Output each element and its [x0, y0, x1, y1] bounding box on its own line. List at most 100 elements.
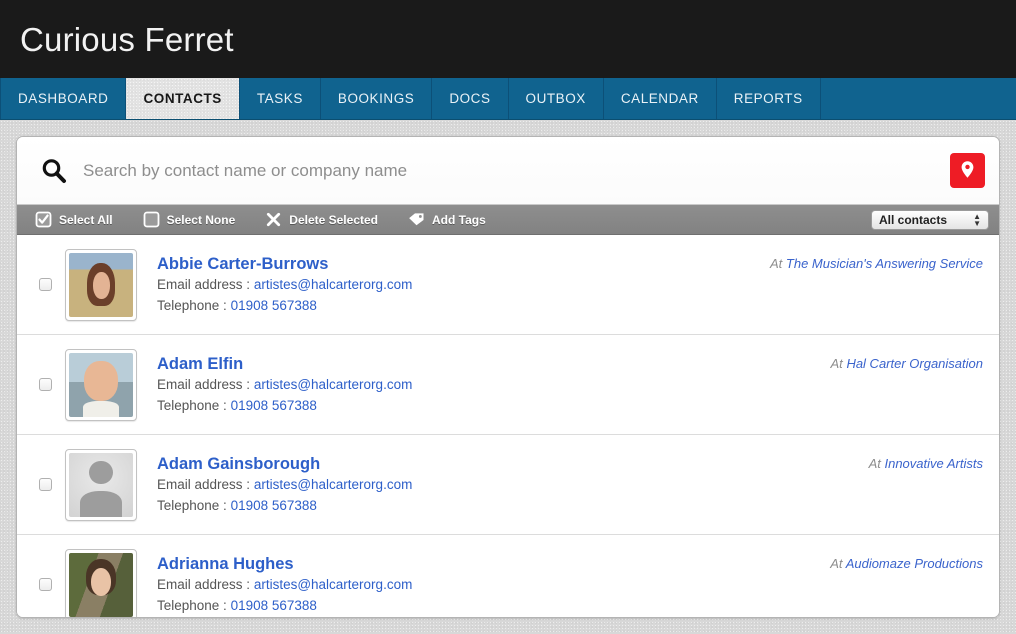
nav-tab-tasks[interactable]: TASKS: [240, 78, 321, 119]
contact-name-link[interactable]: Adam Elfin: [157, 353, 243, 375]
contact-telephone-link[interactable]: 01908 567388: [231, 498, 317, 513]
contacts-panel: Select All Select None Delete Selected Add …: [16, 136, 1000, 618]
company-link[interactable]: Hal Carter Organisation: [846, 356, 983, 371]
avatar-image: [69, 452, 133, 517]
avatar-image: [69, 552, 133, 617]
close-x-icon: [265, 211, 282, 228]
contact-email-line: Email address : artistes@halcarterorg.co…: [157, 275, 770, 296]
contact-row: Abbie Carter-Burrows Email address : arti…: [17, 235, 999, 335]
avatar-image: [69, 352, 133, 417]
contact-select-checkbox[interactable]: [38, 578, 52, 591]
contact-telephone-line: Telephone : 01908 567388: [157, 596, 830, 617]
email-label: Email address :: [157, 577, 251, 593]
avatar-image: [69, 252, 133, 317]
main-navigation: DASHBOARD CONTACTS TASKS BOOKINGS DOCS OUTBOX…: [0, 78, 1016, 120]
contact-telephone-line: Telephone : 01908 567388: [157, 296, 770, 317]
row-checkbox-cell: [17, 478, 65, 491]
nav-tab-calendar[interactable]: CALENDAR: [604, 78, 717, 119]
toolbar-actions: Select All Select None Delete Selected Add …: [35, 211, 516, 228]
contact-info: Abbie Carter-Burrows Email address : arti…: [137, 253, 770, 316]
nav-tab-contacts[interactable]: CONTACTS: [126, 78, 240, 119]
nav-tab-dashboard[interactable]: DASHBOARD: [0, 78, 127, 119]
nav-tab-reports[interactable]: REPORTS: [717, 78, 821, 119]
contact-name-link[interactable]: Adrianna Hughes: [157, 553, 294, 575]
contact-info: Adam Elfin Email address : artistes@halca…: [137, 353, 831, 416]
email-label: Email address :: [157, 477, 251, 493]
contact-row: Adrianna Hughes Email address : artistes@…: [17, 535, 999, 617]
contact-email-link[interactable]: artistes@halcarterorg.com: [254, 377, 413, 392]
search-bar: [17, 137, 999, 205]
toolbar-action-label: Select None: [166, 212, 236, 227]
toolbar-delete-selected-button[interactable]: Delete Selected: [265, 211, 378, 228]
contact-email-link[interactable]: artistes@halcarterorg.com: [254, 277, 413, 292]
avatar[interactable]: [65, 348, 137, 421]
contact-name-link[interactable]: Adam Gainsborough: [157, 453, 320, 475]
selection-toolbar: Select All Select None Delete Selected Add …: [17, 205, 999, 235]
contacts-filter-wrapper: All contacts ▲ ▼: [871, 209, 989, 230]
avatar[interactable]: [65, 548, 137, 617]
telephone-label: Telephone :: [157, 597, 227, 613]
toolbar-select-all-button[interactable]: Select All: [35, 211, 113, 228]
contacts-list: Abbie Carter-Burrows Email address : arti…: [17, 235, 999, 617]
row-checkbox-cell: [17, 578, 65, 591]
contact-telephone-link[interactable]: 01908 567388: [231, 298, 317, 313]
tag-icon: [408, 211, 425, 228]
nav-tab-outbox[interactable]: OUTBOX: [509, 78, 604, 119]
contact-email-link[interactable]: artistes@halcarterorg.com: [254, 477, 413, 492]
contact-select-checkbox[interactable]: [38, 278, 52, 291]
contact-company: At Innovative Artists: [869, 435, 983, 471]
contact-select-checkbox[interactable]: [38, 378, 52, 391]
contacts-filter-select[interactable]: All contacts: [871, 209, 989, 230]
at-word-label: At: [830, 556, 843, 571]
avatar[interactable]: [65, 448, 137, 521]
toolbar-action-label: Select All: [59, 212, 113, 227]
at-word-label: At: [830, 356, 843, 371]
avatar[interactable]: [65, 248, 137, 321]
company-link[interactable]: Audiomaze Productions: [846, 556, 983, 571]
telephone-label: Telephone :: [157, 497, 227, 513]
app-title: Curious Ferret: [20, 20, 234, 58]
contact-email-line: Email address : artistes@halcarterorg.co…: [157, 475, 869, 496]
contact-select-checkbox[interactable]: [38, 478, 52, 491]
at-word-label: At: [868, 456, 881, 471]
company-link[interactable]: The Musician's Answering Service: [786, 256, 983, 271]
contact-telephone-link[interactable]: 01908 567388: [231, 598, 317, 613]
contact-email-link[interactable]: artistes@halcarterorg.com: [254, 577, 413, 592]
row-checkbox-cell: [17, 378, 65, 391]
nav-tabs: DASHBOARD CONTACTS TASKS BOOKINGS DOCS OUTBOX…: [0, 78, 821, 119]
toolbar-action-label: Delete Selected: [289, 212, 378, 227]
contact-info: Adrianna Hughes Email address : artistes@…: [137, 553, 830, 616]
contact-company: At Hal Carter Organisation: [831, 335, 983, 371]
toolbar-add-tags-button[interactable]: Add Tags: [408, 211, 486, 228]
checkbox-checked-icon: [35, 211, 52, 228]
row-checkbox-cell: [17, 278, 65, 291]
search-icon: [39, 156, 69, 186]
contact-info: Adam Gainsborough Email address : artiste…: [137, 453, 869, 516]
contact-name-link[interactable]: Abbie Carter-Burrows: [157, 253, 328, 275]
contact-telephone-line: Telephone : 01908 567388: [157, 396, 831, 417]
contact-email-line: Email address : artistes@halcarterorg.co…: [157, 375, 831, 396]
app-masthead: Curious Ferret: [0, 0, 1016, 78]
search-input[interactable]: [81, 159, 950, 182]
email-label: Email address :: [157, 377, 251, 393]
contact-company: At The Musician's Answering Service: [770, 235, 983, 271]
telephone-label: Telephone :: [157, 397, 227, 413]
contact-row: Adam Elfin Email address : artistes@halca…: [17, 335, 999, 435]
company-link[interactable]: Innovative Artists: [884, 456, 983, 471]
at-word-label: At: [770, 256, 783, 271]
contact-telephone-link[interactable]: 01908 567388: [231, 398, 317, 413]
contact-email-line: Email address : artistes@halcarterorg.co…: [157, 575, 830, 596]
toolbar-action-label: Add Tags: [432, 212, 486, 227]
email-label: Email address :: [157, 277, 251, 293]
nav-tab-bookings[interactable]: BOOKINGS: [321, 78, 433, 119]
map-pin-icon: [960, 160, 975, 182]
checkbox-empty-icon: [143, 211, 160, 228]
toolbar-select-none-button[interactable]: Select None: [143, 211, 236, 228]
telephone-label: Telephone :: [157, 297, 227, 313]
nav-filler: [821, 78, 1016, 119]
contact-telephone-line: Telephone : 01908 567388: [157, 496, 869, 517]
map-pin-button[interactable]: [950, 153, 985, 188]
contact-company: At Audiomaze Productions: [830, 535, 983, 571]
contact-row: Adam Gainsborough Email address : artiste…: [17, 435, 999, 535]
nav-tab-docs[interactable]: DOCS: [432, 78, 509, 119]
